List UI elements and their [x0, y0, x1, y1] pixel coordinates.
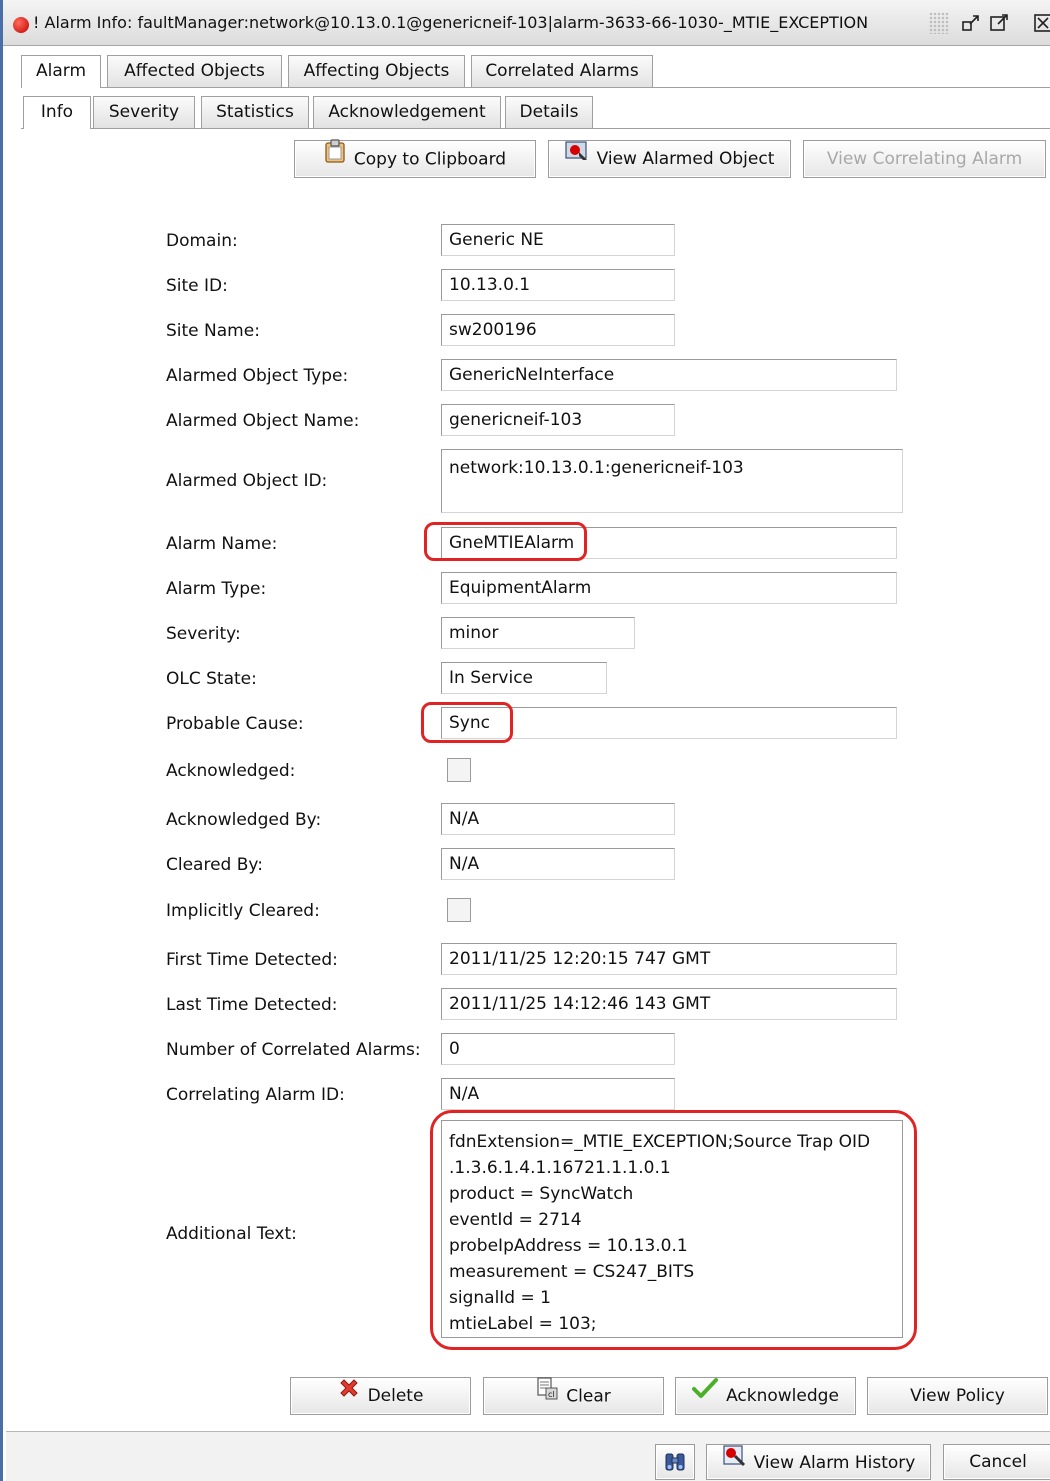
probable-cause-field[interactable]: Sync: [441, 707, 897, 739]
clear-button[interactable]: cl Clear: [483, 1377, 664, 1415]
title-text: Alarm Info: faultManager:network@10.13.0…: [44, 13, 869, 32]
severity-field[interactable]: minor: [441, 617, 635, 649]
window-title: ! Alarm Info: faultManager:network@10.13…: [33, 13, 868, 32]
cleared-by-label: Cleared By:: [166, 855, 263, 875]
view-alarmed-label: View Alarmed Object: [596, 149, 775, 169]
alarmed-object-id-label: Alarmed Object ID:: [166, 471, 328, 491]
alarmed-object-type-field[interactable]: GenericNeInterface: [441, 359, 897, 391]
tab-details[interactable]: Details: [505, 96, 593, 128]
first-time-detected-label: First Time Detected:: [166, 950, 338, 970]
acknowledged-label: Acknowledged:: [166, 761, 296, 781]
acknowledge-button[interactable]: Acknowledge: [675, 1377, 856, 1415]
maximize-icon[interactable]: [989, 13, 1009, 33]
svg-text:cl: cl: [548, 1390, 555, 1399]
correlating-alarm-id-field[interactable]: N/A: [441, 1078, 675, 1110]
alarm-history-icon: [722, 1443, 746, 1479]
alarm-info-window: ! Alarm Info: faultManager:network@10.13…: [0, 0, 1050, 1481]
cancel-button[interactable]: Cancel: [943, 1444, 1050, 1480]
tab-correlated-alarms[interactable]: Correlated Alarms: [471, 55, 653, 87]
last-time-detected-field[interactable]: 2011/11/25 14:12:46 143 GMT: [441, 988, 897, 1020]
alarmed-object-icon: [564, 139, 589, 175]
tab-acknowledgement[interactable]: Acknowledgement: [313, 96, 501, 128]
alarm-name-field[interactable]: GneMTIEAlarm: [441, 527, 897, 559]
copy-button-label: Copy to Clipboard: [353, 149, 507, 170]
checkmark-icon: [692, 1376, 719, 1412]
implicitly-cleared-label: Implicitly Cleared:: [166, 901, 320, 921]
alarm-type-field[interactable]: EquipmentAlarm: [441, 572, 897, 604]
copy-to-clipboard-button[interactable]: Copy to Clipboard: [294, 139, 536, 178]
acknowledged-checkbox[interactable]: [447, 758, 471, 782]
alarmed-object-type-label: Alarmed Object Type:: [166, 366, 349, 386]
clear-button-label: Clear: [566, 1386, 611, 1407]
additional-text-label: Additional Text:: [166, 1224, 297, 1244]
additional-text-area[interactable]: fdnExtension=_MTIE_EXCEPTION;Source Trap…: [441, 1120, 903, 1338]
last-time-detected-label: Last Time Detected:: [166, 995, 338, 1015]
alarm-type-label: Alarm Type:: [166, 579, 267, 599]
acknowledge-button-label: Acknowledge: [726, 1386, 839, 1406]
probable-cause-label: Probable Cause:: [166, 714, 304, 734]
main-tab-divider: [21, 87, 1050, 88]
clipboard-icon: [324, 139, 346, 176]
title-prefix: !: [33, 13, 40, 32]
tab-severity[interactable]: Severity: [93, 96, 195, 128]
additional-text-line: eventId = 2714: [449, 1210, 582, 1230]
find-button[interactable]: [655, 1444, 695, 1480]
olc-state-label: OLC State:: [166, 669, 257, 689]
clear-icon: cl: [536, 1376, 558, 1413]
view-correlating-alarm-button[interactable]: View Correlating Alarm: [803, 140, 1046, 178]
number-correlated-label: Number of Correlated Alarms:: [166, 1040, 421, 1060]
delete-button-label: Delete: [367, 1386, 424, 1406]
tab-affected-objects[interactable]: Affected Objects: [107, 55, 282, 87]
cleared-by-field[interactable]: N/A: [441, 848, 675, 880]
drag-grip-icon[interactable]: [929, 12, 949, 34]
close-icon[interactable]: [1033, 13, 1050, 33]
site-name-field[interactable]: sw200196: [441, 314, 675, 346]
site-name-label: Site Name:: [166, 321, 260, 341]
alarmed-object-name-field[interactable]: genericneif-103: [441, 404, 675, 436]
domain-field[interactable]: Generic NE: [441, 224, 675, 256]
site-id-field[interactable]: 10.13.0.1: [441, 269, 675, 301]
tab-affecting-objects[interactable]: Affecting Objects: [288, 55, 465, 87]
delete-button[interactable]: Delete: [290, 1377, 471, 1415]
view-alarmed-object-button[interactable]: View Alarmed Object: [548, 140, 791, 178]
implicitly-cleared-checkbox[interactable]: [447, 898, 471, 922]
title-bar[interactable]: ! Alarm Info: faultManager:network@10.13…: [3, 0, 1050, 46]
additional-text-line: fdnExtension=_MTIE_EXCEPTION;Source Trap…: [449, 1132, 871, 1152]
additional-text-line: measurement = CS247_BITS: [449, 1262, 695, 1282]
number-correlated-field[interactable]: 0: [441, 1033, 675, 1065]
additional-text-line: .1.3.6.1.4.1.16721.1.1.0.1: [449, 1158, 671, 1178]
acknowledged-by-field[interactable]: N/A: [441, 803, 675, 835]
view-policy-button[interactable]: View Policy: [867, 1377, 1048, 1415]
olc-state-field[interactable]: In Service: [441, 662, 607, 694]
additional-text-line: mtieLabel = 103;: [449, 1314, 597, 1334]
undock-icon[interactable]: [961, 13, 981, 33]
view-history-label: View Alarm History: [753, 1453, 916, 1473]
alarmed-object-name-label: Alarmed Object Name:: [166, 411, 360, 431]
additional-text-line: probeIpAddress = 10.13.0.1: [449, 1236, 688, 1256]
tab-statistics[interactable]: Statistics: [201, 96, 309, 128]
alarm-status-icon: [13, 17, 29, 33]
domain-label: Domain:: [166, 231, 238, 251]
additional-text-line: signalId = 1: [449, 1288, 551, 1308]
alarm-name-label: Alarm Name:: [166, 534, 278, 554]
view-alarm-history-button[interactable]: View Alarm History: [706, 1444, 931, 1480]
tab-info[interactable]: Info: [23, 96, 91, 129]
severity-label: Severity:: [166, 624, 241, 644]
correlating-alarm-id-label: Correlating Alarm ID:: [166, 1085, 345, 1105]
acknowledged-by-label: Acknowledged By:: [166, 810, 322, 830]
binoculars-icon: [664, 1452, 686, 1472]
first-time-detected-field[interactable]: 2011/11/25 12:20:15 747 GMT: [441, 943, 897, 975]
site-id-label: Site ID:: [166, 276, 228, 296]
additional-text-line: product = SyncWatch: [449, 1184, 634, 1204]
delete-icon: [338, 1376, 360, 1412]
alarmed-object-id-field[interactable]: network:10.13.0.1:genericneif-103: [441, 449, 903, 513]
tab-alarm[interactable]: Alarm: [21, 55, 101, 88]
sub-tab-divider: [21, 128, 1050, 129]
